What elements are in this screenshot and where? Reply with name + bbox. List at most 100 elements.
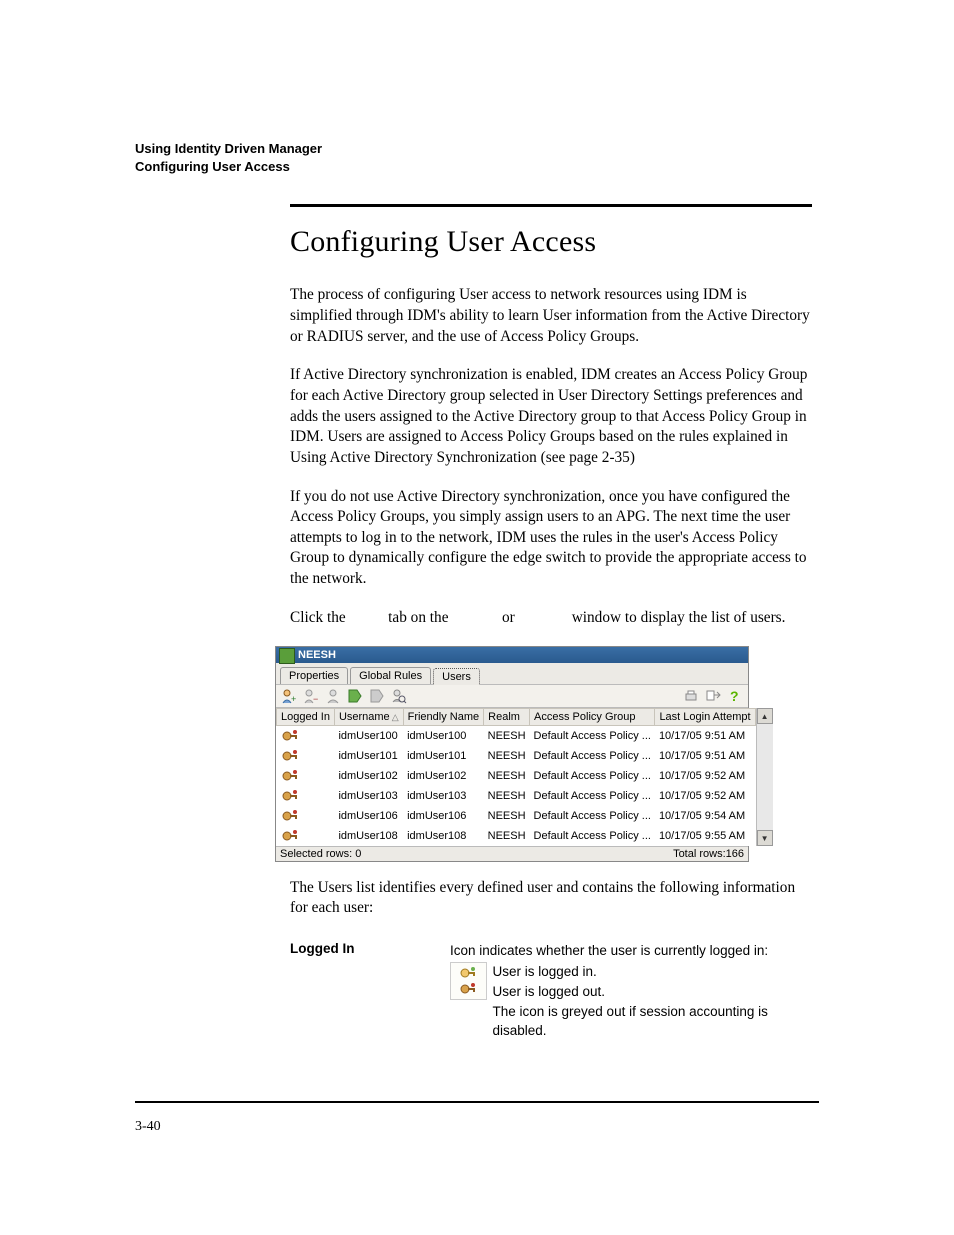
cell-logged-in [277, 806, 335, 826]
tag-green-icon[interactable] [346, 687, 364, 705]
status-bar: Selected rows: 0 Total rows:166 [276, 846, 748, 861]
svg-text:−: − [313, 694, 318, 704]
users-window: NEESH Properties Global Rules Users + − … [275, 646, 749, 862]
doc-header-line1: Using Identity Driven Manager [135, 140, 819, 158]
cell-friendly: idmUser103 [403, 786, 484, 806]
logged-out-icon [281, 768, 331, 784]
footer-rule [135, 1101, 819, 1103]
tag-grey-icon[interactable] [368, 687, 386, 705]
cell-last-login: 10/17/05 9:52 AM [655, 786, 755, 806]
paragraph-3: If you do not use Active Directory synch… [290, 487, 810, 590]
definition-row: Logged In Icon indicates whether the use… [290, 941, 810, 1041]
cell-logged-in [277, 766, 335, 786]
col-realm[interactable]: Realm [484, 709, 530, 726]
vertical-scrollbar[interactable]: ▲ ▼ [756, 708, 773, 846]
cell-apg: Default Access Policy ... [530, 766, 655, 786]
cell-username: idmUser101 [334, 746, 403, 766]
scroll-up-button[interactable]: ▲ [757, 708, 773, 724]
cell-realm: NEESH [484, 766, 530, 786]
cell-logged-in [277, 826, 335, 846]
definition-line2: User is logged in. [493, 962, 811, 982]
tab-users[interactable]: Users [433, 668, 480, 685]
cell-realm: NEESH [484, 786, 530, 806]
window-titlebar[interactable]: NEESH [276, 647, 748, 663]
cell-username: idmUser100 [334, 726, 403, 747]
svg-text:+: + [291, 694, 296, 704]
status-selected-rows: Selected rows: 0 [280, 848, 361, 860]
cell-logged-in [277, 726, 335, 747]
cell-last-login: 10/17/05 9:51 AM [655, 726, 755, 747]
tab-strip: Properties Global Rules Users [276, 663, 748, 684]
page-number: 3-40 [135, 1113, 819, 1135]
cell-username: idmUser108 [334, 826, 403, 846]
cell-realm: NEESH [484, 826, 530, 846]
scroll-down-button[interactable]: ▼ [757, 830, 773, 846]
table-row[interactable]: idmUser108idmUser108NEESHDefault Access … [277, 826, 756, 846]
after-image-paragraph: The Users list identifies every defined … [290, 878, 810, 919]
paragraph-2: If Active Directory synchronization is e… [290, 365, 810, 468]
col-apg[interactable]: Access Policy Group [530, 709, 655, 726]
col-friendly-name[interactable]: Friendly Name [403, 709, 484, 726]
tab-properties[interactable]: Properties [280, 667, 348, 684]
cell-logged-in [277, 786, 335, 806]
cell-apg: Default Access Policy ... [530, 826, 655, 846]
toolbar: + − ? [276, 684, 748, 708]
status-total-rows: Total rows:166 [673, 848, 744, 860]
definition-term: Logged In [290, 941, 450, 1041]
logged-out-icon [281, 788, 331, 804]
horizontal-rule [290, 204, 812, 207]
cell-last-login: 10/17/05 9:54 AM [655, 806, 755, 826]
help-icon[interactable]: ? [726, 687, 744, 705]
users-table: Logged In Username△ Friendly Name Realm … [276, 708, 756, 846]
cell-username: idmUser102 [334, 766, 403, 786]
logged-in-icon [459, 965, 477, 981]
status-icons-box [450, 962, 487, 1000]
definition-line4: The icon is greyed out if session accoun… [493, 1002, 811, 1041]
svg-text:?: ? [730, 688, 739, 704]
logged-out-icon [281, 808, 331, 824]
section-title: Configuring User Access [290, 225, 819, 259]
print-icon[interactable] [682, 687, 700, 705]
table-row[interactable]: idmUser102idmUser102NEESHDefault Access … [277, 766, 756, 786]
p4-b: tab on the [388, 609, 452, 626]
table-row[interactable]: idmUser106idmUser106NEESHDefault Access … [277, 806, 756, 826]
export-icon[interactable] [704, 687, 722, 705]
find-user-icon[interactable] [390, 687, 408, 705]
col-username[interactable]: Username△ [334, 709, 403, 726]
paragraph-4: Click the Users tab on the Realms or Dom… [290, 608, 810, 629]
remove-user-icon[interactable]: − [302, 687, 320, 705]
cell-friendly: idmUser108 [403, 826, 484, 846]
cell-apg: Default Access Policy ... [530, 806, 655, 826]
p4-c: or [502, 609, 519, 626]
p4-a: Click the [290, 609, 349, 626]
paragraph-1: The process of configuring User access t… [290, 285, 810, 347]
cell-last-login: 10/17/05 9:51 AM [655, 746, 755, 766]
cell-friendly: idmUser102 [403, 766, 484, 786]
cell-friendly: idmUser101 [403, 746, 484, 766]
tab-global-rules[interactable]: Global Rules [350, 667, 431, 684]
cell-realm: NEESH [484, 746, 530, 766]
logged-out-icon [459, 981, 477, 997]
logged-out-icon [281, 828, 331, 844]
table-row[interactable]: idmUser103idmUser103NEESHDefault Access … [277, 786, 756, 806]
cell-username: idmUser106 [334, 806, 403, 826]
add-user-icon[interactable]: + [280, 687, 298, 705]
logged-out-icon [281, 728, 331, 744]
cell-last-login: 10/17/05 9:52 AM [655, 766, 755, 786]
window-title: NEESH [298, 649, 336, 661]
cell-apg: Default Access Policy ... [530, 786, 655, 806]
col-logged-in[interactable]: Logged In [277, 709, 335, 726]
col-last-login[interactable]: Last Login Attempt [655, 709, 755, 726]
definition-line3: User is logged out. [493, 982, 811, 1002]
cell-apg: Default Access Policy ... [530, 726, 655, 747]
cell-realm: NEESH [484, 806, 530, 826]
table-row[interactable]: idmUser101idmUser101NEESHDefault Access … [277, 746, 756, 766]
user-icon[interactable] [324, 687, 342, 705]
p4-d: window to display the list of users. [572, 609, 786, 626]
table-row[interactable]: idmUser100idmUser100NEESHDefault Access … [277, 726, 756, 747]
cell-realm: NEESH [484, 726, 530, 747]
cell-apg: Default Access Policy ... [530, 746, 655, 766]
cell-friendly: idmUser100 [403, 726, 484, 747]
cell-last-login: 10/17/05 9:55 AM [655, 826, 755, 846]
definition-line1: Icon indicates whether the user is curre… [450, 941, 810, 961]
